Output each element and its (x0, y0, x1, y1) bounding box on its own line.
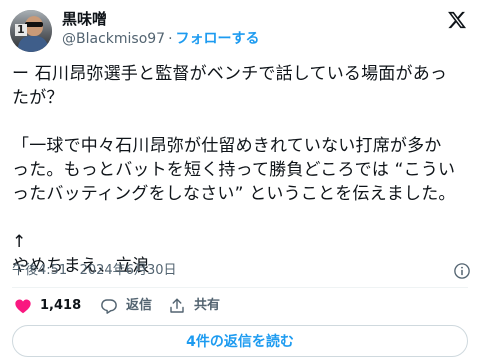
like-button[interactable]: 1,418 (14, 296, 81, 316)
heart-icon (15, 299, 31, 314)
avatar-body (18, 36, 48, 52)
tweet-line: ↑ (12, 232, 27, 252)
avatar-jersey-number: 1 (15, 23, 27, 36)
tweet-line: った。もっとバットを短く持って勝負どころでは “こうい (12, 160, 456, 180)
follow-button[interactable]: フォローする (176, 31, 260, 47)
share-button[interactable]: 共有 (168, 296, 220, 316)
share-icon (170, 298, 184, 313)
tweet-line: 「一球で中々石川昂弥が仕留めきれていない打席が多か (12, 136, 442, 156)
tweet-text: ー 石川昂弥選手と監督がベンチで話している場面があっ たが？ 「一球で中々石川昂… (12, 62, 476, 278)
tweet-line (12, 206, 476, 230)
like-count: 1,418 (40, 298, 82, 313)
reply-label: 返信 (126, 298, 153, 313)
user-handle[interactable]: @Blackmiso97 (62, 31, 165, 47)
timestamp[interactable]: 午後4:51 · 2024年6月30日 (12, 262, 177, 280)
share-label: 共有 (194, 298, 221, 313)
reply-button[interactable]: 返信 (100, 296, 152, 316)
x-logo-icon[interactable] (446, 10, 468, 30)
avatar-sunglasses (25, 22, 43, 27)
tweet-line: ったバッティングをしなさい” ということを伝えました。 (12, 184, 456, 204)
avatar[interactable]: 1 (10, 10, 52, 52)
divider (12, 287, 468, 288)
separator: · (168, 31, 173, 47)
tweet-line: たが？ (12, 88, 64, 108)
read-replies-button[interactable]: 4件の返信を読む (12, 325, 468, 357)
reply-icon (101, 299, 117, 314)
display-name[interactable]: 黒味噌 (62, 9, 107, 29)
tweet-line: ー 石川昂弥選手と監督がベンチで話している場面があっ (12, 64, 448, 84)
tweet-line (12, 110, 476, 134)
handle-row: @Blackmiso97 · フォローする (62, 30, 260, 48)
info-icon[interactable] (453, 262, 471, 280)
